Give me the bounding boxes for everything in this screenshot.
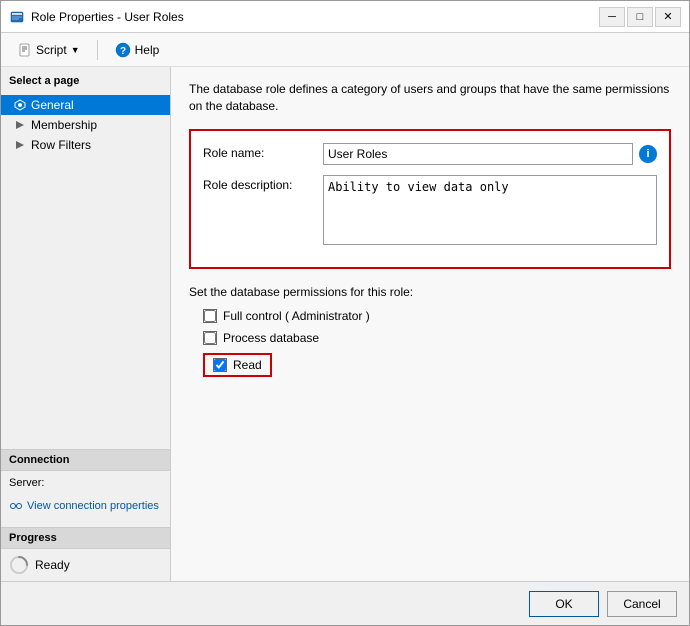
script-button[interactable]: Script ▼ [9, 39, 89, 61]
view-connection-label: View connection properties [27, 500, 159, 512]
sidebar-item-row-filters[interactable]: Row Filters [1, 135, 170, 155]
sidebar: Select a page General [1, 67, 171, 581]
role-name-label: Role name: [203, 143, 323, 160]
help-button[interactable]: ? Help [106, 38, 169, 62]
role-description-textarea[interactable]: Ability to view data only [323, 175, 657, 245]
cancel-button[interactable]: Cancel [607, 591, 677, 617]
toolbar-divider [97, 40, 98, 60]
server-info: Server: [1, 471, 170, 495]
script-dropdown-arrow: ▼ [71, 45, 80, 55]
process-database-checkbox-input[interactable] [204, 332, 216, 344]
info-icon[interactable]: i [639, 145, 657, 163]
connection-icon [9, 499, 23, 513]
full-control-row: Full control ( Administrator ) [189, 309, 671, 323]
role-name-input-group: i [323, 143, 657, 165]
sidebar-item-general[interactable]: General [1, 95, 170, 115]
membership-icon [13, 118, 27, 132]
read-checkbox-input[interactable] [214, 359, 226, 371]
script-label: Script [36, 43, 67, 57]
row-filters-icon [13, 138, 27, 152]
role-description-row: Role description: Ability to view data o… [203, 175, 657, 245]
progress-status-text: Ready [35, 558, 70, 572]
general-icon [13, 98, 27, 112]
full-control-label: Full control ( Administrator ) [223, 309, 370, 323]
sidebar-item-row-filters-label: Row Filters [31, 138, 91, 152]
main-content: Select a page General [1, 67, 689, 581]
process-database-checkbox[interactable] [203, 331, 217, 345]
sidebar-item-general-label: General [31, 98, 74, 112]
help-label: Help [135, 43, 160, 57]
footer: OK Cancel [1, 581, 689, 625]
window-title: Role Properties - User Roles [31, 10, 184, 24]
read-checkbox[interactable] [213, 358, 227, 372]
sidebar-item-membership[interactable]: Membership [1, 115, 170, 135]
title-controls: ─ □ ✕ [599, 7, 681, 27]
maximize-button[interactable]: □ [627, 7, 653, 27]
view-connection-link[interactable]: View connection properties [1, 495, 170, 517]
full-control-checkbox[interactable] [203, 309, 217, 323]
read-row-highlighted: Read [203, 353, 272, 377]
help-icon: ? [115, 42, 131, 58]
role-name-input[interactable] [323, 143, 633, 165]
sidebar-nav: General Membership [1, 95, 170, 155]
window-icon [9, 9, 25, 25]
permissions-label: Set the database permissions for this ro… [189, 285, 671, 299]
connection-title: Connection [1, 449, 170, 471]
process-database-label: Process database [223, 331, 319, 345]
title-bar-left: Role Properties - User Roles [9, 9, 184, 25]
sidebar-bottom: Connection Server: View connection prope… [1, 449, 170, 581]
title-bar: Role Properties - User Roles ─ □ ✕ [1, 1, 689, 33]
process-database-row: Process database [189, 331, 671, 345]
script-icon [18, 43, 32, 57]
role-description-input-group: Ability to view data only [323, 175, 657, 245]
toolbar: Script ▼ ? Help [1, 33, 689, 67]
svg-text:?: ? [120, 46, 126, 57]
main-window: Role Properties - User Roles ─ □ ✕ Scrip… [0, 0, 690, 626]
read-row-wrapper: Read [189, 353, 671, 377]
select-page-label: Select a page [1, 67, 170, 91]
role-form-section: Role name: i Role description: Ability t… [189, 129, 671, 269]
full-control-checkbox-input[interactable] [204, 310, 216, 322]
sidebar-item-membership-label: Membership [31, 118, 97, 132]
progress-status-row: Ready [9, 555, 162, 575]
role-name-row: Role name: i [203, 143, 657, 165]
close-button[interactable]: ✕ [655, 7, 681, 27]
read-label: Read [233, 358, 262, 372]
server-label: Server: [9, 477, 44, 489]
progress-section: Ready [1, 549, 170, 581]
ok-button[interactable]: OK [529, 591, 599, 617]
content-area: The database role defines a category of … [171, 67, 689, 581]
minimize-button[interactable]: ─ [599, 7, 625, 27]
description-text: The database role defines a category of … [189, 81, 671, 115]
spinner-icon [9, 555, 29, 575]
role-description-label: Role description: [203, 175, 323, 192]
progress-title: Progress [1, 527, 170, 549]
permissions-section: Set the database permissions for this ro… [189, 285, 671, 377]
